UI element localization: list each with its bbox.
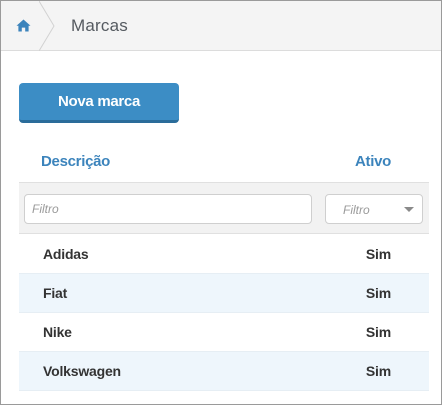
home-icon: [16, 19, 31, 32]
chevron-down-icon: [404, 207, 414, 212]
cell-descricao: Fiat: [43, 285, 68, 301]
cell-ativo: Sim: [365, 285, 391, 301]
table-body: Adidas Sim Fiat Sim Nike Sim Volkswagen …: [19, 235, 429, 391]
cell-descricao: Adidas: [43, 246, 89, 262]
descricao-filter-input[interactable]: [24, 194, 312, 224]
ativo-filter-select[interactable]: Filtro: [325, 194, 423, 224]
table-row[interactable]: Volkswagen Sim: [19, 352, 429, 391]
table-row[interactable]: Adidas Sim: [19, 235, 429, 274]
column-header-ativo[interactable]: Ativo: [355, 153, 391, 170]
breadcrumb-separator: [39, 1, 55, 51]
cell-ativo: Sim: [365, 363, 391, 379]
new-brand-button[interactable]: Nova marca: [19, 83, 179, 123]
cell-descricao: Nike: [43, 324, 72, 340]
breadcrumb: Marcas: [1, 1, 441, 51]
page-frame: Marcas Nova marca Descrição Ativo Filtro…: [0, 0, 442, 405]
table-row[interactable]: Fiat Sim: [19, 274, 429, 313]
breadcrumb-home[interactable]: [1, 1, 55, 51]
page-title: Marcas: [71, 16, 128, 35]
cell-ativo: Sim: [365, 324, 391, 340]
table-row[interactable]: Nike Sim: [19, 313, 429, 352]
cell-descricao: Volkswagen: [43, 363, 121, 379]
ativo-filter-placeholder: Filtro: [343, 203, 370, 217]
column-header-descricao[interactable]: Descrição: [41, 153, 110, 170]
filter-row: Filtro: [19, 182, 429, 234]
cell-ativo: Sim: [365, 246, 391, 262]
